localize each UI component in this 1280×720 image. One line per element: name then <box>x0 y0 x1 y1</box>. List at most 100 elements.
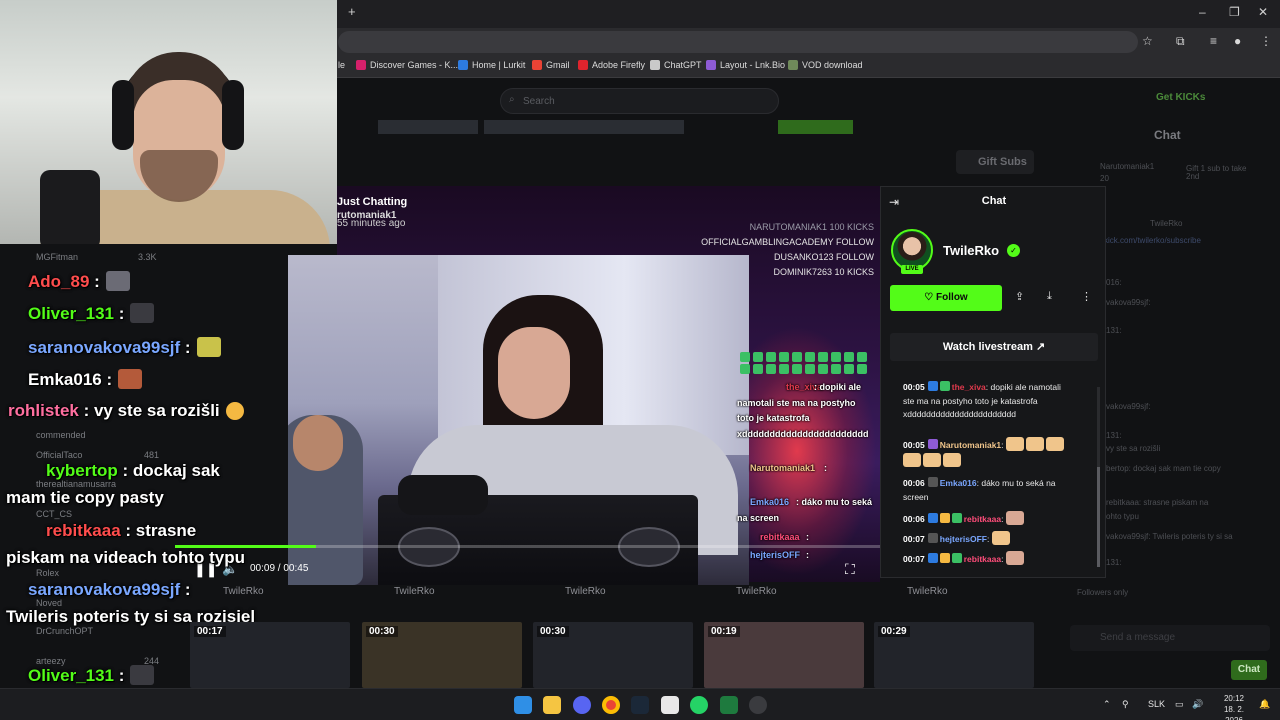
share-icon[interactable]: ⇪ <box>1015 290 1024 303</box>
laughing-emoji-icon <box>225 402 244 420</box>
seek-bar[interactable] <box>175 545 880 548</box>
whatsapp-icon[interactable] <box>690 696 708 714</box>
chat-message: saranovakova99sjf : <box>28 337 221 358</box>
followers-only-label: Followers only <box>1077 588 1129 597</box>
chat-scrollbar[interactable] <box>1097 387 1100 567</box>
chrome-icon[interactable] <box>602 696 620 714</box>
system-clock[interactable]: 20:1218. 2. 2026 <box>1214 693 1254 720</box>
bookmark-item[interactable]: Adobe Firefly <box>578 60 645 70</box>
bookmark-item[interactable]: le <box>338 60 345 70</box>
browser-menu-icon[interactable]: ⋮ <box>1260 34 1272 48</box>
video-thumbnail[interactable]: 00:19 <box>704 622 864 688</box>
bookmark-star-icon[interactable]: ☆ <box>1142 34 1153 48</box>
chat-message: kybertop : dockaj sak <box>46 461 220 480</box>
discord-icon[interactable] <box>573 696 591 714</box>
restore-button[interactable]: ❐ <box>1229 5 1240 19</box>
network-icon[interactable]: ⚲ <box>1122 699 1129 710</box>
verified-icon: ✓ <box>1007 244 1020 257</box>
profile-avatar-icon[interactable]: ● <box>1234 34 1241 48</box>
download-icon[interactable]: ⤓ <box>1047 290 1052 303</box>
alert-item: DUSANKO123 FOLLOW <box>773 252 874 262</box>
chat-messages: 00:05 the_xiva: dopiki ale namotali ste m… <box>881 381 1099 573</box>
gift-subs-button[interactable]: Gift Subs <box>956 150 1034 174</box>
bookmark-item[interactable]: VOD download <box>788 60 863 70</box>
chat-popup-title: Chat <box>981 195 1007 207</box>
bookmark-item[interactable]: Home | Lurkit <box>458 60 525 70</box>
watch-livestream-button[interactable]: Watch livestream ↗ <box>890 333 1098 361</box>
recommendation-channel[interactable]: TwileRko <box>223 586 264 597</box>
lnkbio-favicon-icon <box>706 60 716 70</box>
fullscreen-icon[interactable]: ⛶ <box>845 561 855 578</box>
bookmark-item[interactable]: ChatGPT <box>650 60 702 70</box>
chat-message: rebitkaaa : strasne <box>46 521 197 540</box>
emote-icon <box>1025 437 1044 451</box>
recommendation-channel[interactable]: TwileRko <box>565 586 606 597</box>
follow-button[interactable]: ♡ Follow <box>890 285 1002 311</box>
media-control-icon[interactable]: ≡ <box>1210 34 1217 48</box>
new-tab-button[interactable]: + <box>348 4 356 19</box>
get-kicks-button[interactable]: Get KICKs <box>1156 92 1205 103</box>
recommendation-channel[interactable]: TwileRko <box>394 586 435 597</box>
recommendation-channel[interactable]: TwileRko <box>736 586 777 597</box>
video-duration: 00:30 <box>366 626 398 637</box>
playback-time: 00:09 / 00:45 <box>250 563 309 574</box>
tray-chevron-icon[interactable]: ⌃ <box>1103 699 1111 710</box>
start-icon[interactable] <box>514 696 532 714</box>
windows-taskbar: ⌃ ⚲ SLK ▭ 🔊 20:1218. 2. 2026 🔔 <box>0 688 1280 720</box>
minimize-button[interactable]: – <box>1199 5 1206 19</box>
obs-icon[interactable] <box>661 696 679 714</box>
kick-favicon-icon <box>356 60 366 70</box>
bookmark-item[interactable]: Layout - Lnk.Bio <box>706 60 785 70</box>
recommendation-channel[interactable]: TwileRko <box>907 586 948 597</box>
emote-icon <box>130 303 155 323</box>
search-input[interactable]: ⌕ Search <box>500 88 779 114</box>
send-message-input[interactable]: Send a message <box>1070 625 1270 651</box>
video-thumbnail[interactable]: 00:17 <box>190 622 350 688</box>
close-button[interactable]: ✕ <box>1258 5 1268 19</box>
chat-message: rohlistek : vy ste sa rozišli <box>8 401 244 421</box>
emote-icon <box>130 665 155 685</box>
file-explorer-icon[interactable] <box>543 696 561 714</box>
emote-icon <box>196 337 221 357</box>
bookmark-item[interactable]: Gmail <box>532 60 570 70</box>
emote-icon <box>1005 511 1024 525</box>
chat-message: Ado_89 : <box>28 271 130 292</box>
time-ago: 55 minutes ago <box>337 218 406 229</box>
vod-favicon-icon <box>788 60 798 70</box>
microphone <box>40 170 100 244</box>
search-icon: ⌕ <box>509 94 515 105</box>
url-input[interactable] <box>338 31 1138 53</box>
emote-icon <box>1005 551 1024 565</box>
chatgpt-favicon-icon <box>650 60 660 70</box>
adobe-favicon-icon <box>578 60 588 70</box>
bookmark-item[interactable]: Discover Games - K... <box>356 60 458 70</box>
emote-icon <box>943 452 961 467</box>
more-options-icon[interactable]: ⋮ <box>1081 290 1092 303</box>
channel-name[interactable]: TwileRko <box>943 243 999 258</box>
emote-icon <box>1005 437 1024 451</box>
chat-message: saranovakova99sjf : <box>28 580 191 599</box>
badge-icon <box>951 553 962 563</box>
kick-app-icon[interactable] <box>720 696 738 714</box>
steam-icon[interactable] <box>631 696 649 714</box>
language-indicator[interactable]: SLK <box>1148 699 1165 709</box>
send-chat-button[interactable]: Chat <box>1231 660 1267 680</box>
badge-icon <box>927 553 938 563</box>
chat-message: Emka016 : <box>28 369 143 390</box>
extensions-icon[interactable]: ⧉ <box>1176 34 1185 49</box>
chat-message: 00:07 rebitkaaa: <box>903 551 1073 567</box>
category-strip <box>378 120 478 134</box>
chat-message: Oliver_131 : <box>28 303 155 324</box>
badge-icon <box>927 381 938 391</box>
video-thumbnail[interactable]: 00:30 <box>362 622 522 688</box>
video-thumbnail[interactable]: 00:29 <box>874 622 1034 688</box>
video-thumbnail[interactable]: 00:30 <box>533 622 693 688</box>
video-duration: 00:29 <box>878 626 910 637</box>
settings-icon[interactable] <box>749 696 767 714</box>
chat-message: 00:07 hejterisOFF: <box>903 531 1073 547</box>
volume-tray-icon[interactable]: 🔊 <box>1192 699 1203 710</box>
emote-icon <box>105 271 130 291</box>
badge-icon <box>927 533 938 543</box>
display-icon[interactable]: ▭ <box>1175 699 1184 710</box>
notification-icon[interactable]: 🔔 <box>1259 699 1270 710</box>
